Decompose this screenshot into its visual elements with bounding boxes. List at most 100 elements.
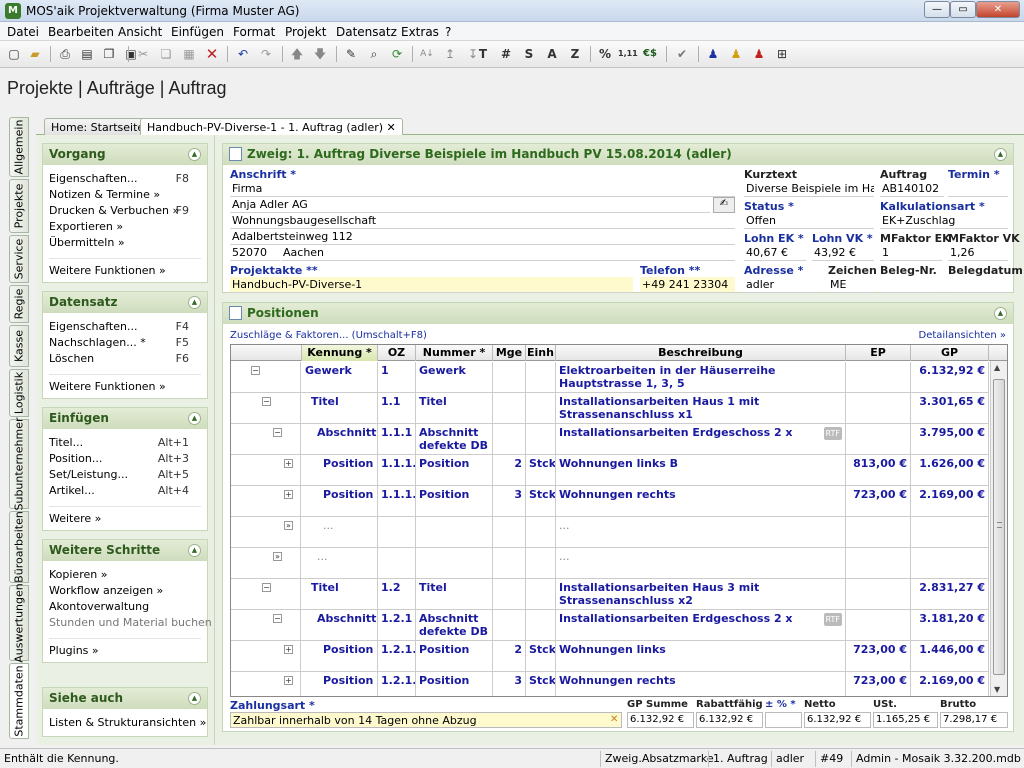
sidebar-item[interactable]: Löschen F6 [43, 351, 207, 367]
sidebar-item[interactable]: Listen & Strukturansichten » [43, 715, 207, 731]
more-icon[interactable]: » [284, 521, 293, 530]
S-icon[interactable]: S [520, 45, 538, 63]
sidebar-item[interactable]: Eigenschaften... F8 [43, 171, 207, 187]
cell-ep[interactable]: 723,00 € [846, 672, 911, 696]
zuschlaege-link[interactable]: Zuschläge & Faktoren... (Umschalt+F8) [230, 330, 427, 341]
kurztext-field[interactable]: Diverse Beispiele im Handb [744, 181, 874, 197]
cell-einh[interactable] [526, 424, 556, 454]
cell-oz[interactable]: 1.2 [378, 579, 416, 609]
zeichen-field[interactable]: ME [828, 277, 874, 293]
redo-icon[interactable]: ↷ [257, 45, 275, 63]
cell-mge[interactable]: 2 [493, 455, 526, 485]
check-icon[interactable]: ✔ [673, 45, 691, 63]
kalkulationsart-field[interactable]: EK+Zuschlag [880, 213, 1008, 229]
cell-beschr[interactable]: ... [556, 548, 846, 578]
close-button[interactable]: ✕ [976, 1, 1020, 18]
telefon-field[interactable]: +49 241 23304 [640, 277, 735, 293]
paste-icon[interactable]: ▦ [180, 45, 198, 63]
sidebar-item[interactable]: Titel... Alt+1 [43, 435, 207, 451]
user-yellow-icon[interactable]: ♟ [727, 45, 745, 63]
cell-kennung[interactable]: Position [302, 486, 378, 516]
col-kennung[interactable]: Kennung * [302, 345, 378, 361]
cell-ep[interactable] [846, 610, 911, 640]
col-oz[interactable]: OZ [378, 345, 416, 361]
anschrift-line-1[interactable]: Firma [230, 181, 735, 197]
cell-beschr[interactable]: Wohnungen links B [556, 455, 846, 485]
sidebar-item[interactable]: Nachschlagen... * F5 [43, 335, 207, 351]
cell-kennung[interactable]: Gewerk [302, 362, 378, 392]
cell-nummer[interactable]: Abschnitt defekte DB [416, 424, 493, 454]
anschrift-line-2[interactable]: Anja Adler AG [230, 197, 710, 213]
Z-icon[interactable]: Z [566, 45, 584, 63]
sidebar-item[interactable]: Kopieren » [43, 567, 207, 583]
anschrift-line-3[interactable]: Wohnungsbaugesellschaft [230, 213, 735, 229]
menu-help[interactable]: ? [445, 25, 451, 39]
ort-field[interactable]: Aachen [281, 245, 735, 261]
cell-oz[interactable]: 1.1.1.1 [378, 455, 416, 485]
projektakte-field[interactable]: Handbuch-PV-Diverse-1 [230, 277, 633, 293]
cell-nummer[interactable]: Titel [416, 579, 493, 609]
cell-mge[interactable] [493, 424, 526, 454]
cell-nummer[interactable]: Titel [416, 393, 493, 423]
cell-beschr[interactable]: Wohnungen rechts [556, 672, 846, 696]
menu-ansicht[interactable]: Ansicht [118, 25, 162, 39]
cell-einh[interactable]: Stck [526, 641, 556, 671]
vtab-projekte[interactable]: Projekte [9, 179, 29, 233]
sidebar-more[interactable]: Plugins » [43, 643, 207, 659]
new-icon[interactable]: ▢ [5, 45, 23, 63]
cell-gp[interactable]: 2.169,00 € [911, 486, 989, 516]
cell-beschr[interactable]: Wohnungen links [556, 641, 846, 671]
sidebar-more[interactable]: Weitere Funktionen » [43, 379, 207, 395]
T-icon[interactable]: T [474, 45, 492, 63]
cell-kennung[interactable]: Position [302, 672, 378, 696]
cut-icon[interactable]: ✂ [134, 45, 152, 63]
col-beschreibung[interactable]: Beschreibung [556, 345, 846, 361]
cell-gp[interactable]: 2.169,00 € [911, 672, 989, 696]
cell-gp[interactable]: 3.301,65 € [911, 393, 989, 423]
collapse-node-icon[interactable]: − [262, 583, 271, 592]
collapse-node-icon[interactable]: − [273, 428, 282, 437]
cell-gp[interactable]: 6.132,92 € [911, 362, 989, 392]
cell-kennung[interactable]: Abschnitt [302, 424, 378, 454]
belegnr-field[interactable] [880, 277, 942, 293]
cell-beschr[interactable]: Installationsarbeiten Haus 3 mit Strasse… [556, 579, 846, 609]
cell-mge[interactable] [493, 579, 526, 609]
clear-icon[interactable]: ✕ [610, 714, 618, 725]
vtab-stammdaten[interactable]: Stammdaten [9, 663, 29, 739]
menu-datei[interactable]: Datei [7, 25, 39, 39]
mfaktor-vk-field[interactable]: 1,26 [948, 245, 1008, 261]
col-ep[interactable]: EP [846, 345, 911, 361]
sidebar-item[interactable]: Artikel... Alt+4 [43, 483, 207, 499]
cell-gp[interactable]: 1.446,00 € [911, 641, 989, 671]
cell-gp[interactable]: 1.626,00 € [911, 455, 989, 485]
table-row[interactable]: +Position1.2.1.2Position3StckWohnungen r… [231, 672, 989, 696]
cell-oz[interactable]: 1.2.1.2 [378, 672, 416, 696]
menu-bearbeiten[interactable]: Bearbeiten [48, 25, 114, 39]
cell-gp[interactable]: 3.795,00 € [911, 424, 989, 454]
vtab-allgemein[interactable]: Allgemein [9, 117, 29, 177]
vertical-scrollbar[interactable]: ▲ ▼ [990, 361, 1007, 696]
cell-nummer[interactable]: Position [416, 486, 493, 516]
cell-oz[interactable]: 1.2.1.1 [378, 641, 416, 671]
cell-einh[interactable] [526, 610, 556, 640]
table-row[interactable]: − Gewerk 1 Gewerk Elektroarbeiten in der Häu… [231, 362, 989, 393]
menu-datensatz[interactable]: Datensatz [336, 25, 397, 39]
cell-nummer[interactable]: Abschnitt defekte DB [416, 610, 493, 640]
expand-node-icon[interactable]: + [284, 490, 293, 499]
A-icon[interactable]: A [543, 45, 561, 63]
table-row[interactable]: »...... [231, 517, 989, 548]
find-icon[interactable]: ⌕ [365, 45, 383, 63]
cell-einh[interactable] [526, 579, 556, 609]
termin-field[interactable] [948, 181, 1008, 197]
sidebar-item[interactable]: Set/Leistung... Alt+5 [43, 467, 207, 483]
euro-icon[interactable]: €$ [641, 45, 659, 63]
sidebar-item[interactable]: Drucken & Verbuchen » F9 [43, 203, 207, 219]
vtab-logistik[interactable]: Logistik [9, 369, 29, 417]
cell-oz[interactable]: 1.2.1 [378, 610, 416, 640]
cell-mge[interactable] [493, 517, 526, 547]
sidebar-item[interactable]: Notizen & Termine » [43, 187, 207, 203]
mfaktor-ek-field[interactable]: 1 [880, 245, 942, 261]
sidebar-item[interactable]: Position... Alt+3 [43, 451, 207, 467]
cell-beschr[interactable]: Installationsarbeiten Erdgeschoss 2 x RTF [556, 610, 846, 640]
col-gp[interactable]: GP [911, 345, 989, 361]
